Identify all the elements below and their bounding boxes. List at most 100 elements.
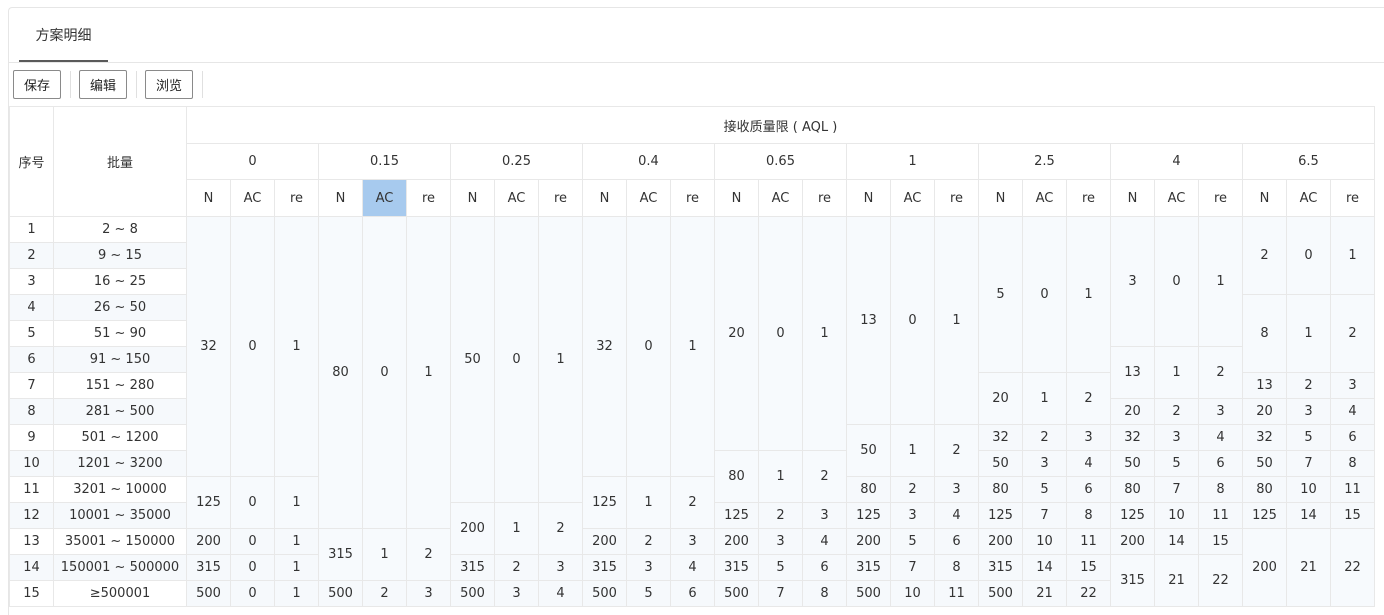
cell-re: 2 bbox=[1066, 372, 1111, 425]
header-sub-ac: AC bbox=[494, 179, 539, 217]
cell-ac: 3 bbox=[758, 528, 803, 555]
cell-n: 315 bbox=[450, 554, 495, 581]
header-sub-re: re bbox=[406, 179, 451, 217]
header-sub-re: re bbox=[802, 179, 847, 217]
cell-n: 500 bbox=[846, 580, 891, 607]
cell-ac: 0 bbox=[626, 216, 671, 477]
cell-ac: 3 bbox=[626, 554, 671, 581]
cell-n: 32 bbox=[186, 216, 231, 477]
cell-re: 2 bbox=[538, 502, 583, 555]
cell-ac: 2 bbox=[1286, 372, 1331, 399]
row-seq: 13 bbox=[9, 528, 54, 555]
cell-re: 4 bbox=[670, 554, 715, 581]
cell-re: 1 bbox=[274, 580, 319, 607]
cell-ac: 0 bbox=[230, 528, 275, 555]
cell-re: 2 bbox=[802, 450, 847, 503]
row-batch: 9 ~ 15 bbox=[53, 242, 187, 269]
header-sub-ac: AC bbox=[1022, 179, 1067, 217]
header-sub-n: N bbox=[978, 179, 1023, 217]
browse-button[interactable]: 浏览 bbox=[145, 70, 193, 99]
cell-re: 6 bbox=[802, 554, 847, 581]
cell-re: 4 bbox=[934, 502, 979, 529]
cell-n: 200 bbox=[846, 528, 891, 555]
cell-re: 4 bbox=[802, 528, 847, 555]
cell-ac: 0 bbox=[1022, 216, 1067, 373]
save-button[interactable]: 保存 bbox=[13, 70, 61, 99]
row-batch: 281 ~ 500 bbox=[53, 398, 187, 425]
row-batch: ≥500001 bbox=[53, 580, 187, 607]
cell-n: 20 bbox=[714, 216, 759, 451]
cell-n: 200 bbox=[1110, 528, 1155, 555]
header-sub-re: re bbox=[934, 179, 979, 217]
cell-n: 500 bbox=[582, 580, 627, 607]
cell-ac: 7 bbox=[890, 554, 935, 581]
cell-ac: 0 bbox=[230, 554, 275, 581]
cell-re: 11 bbox=[1066, 528, 1111, 555]
cell-ac: 5 bbox=[1022, 476, 1067, 503]
cell-ac: 7 bbox=[1022, 502, 1067, 529]
cell-ac: 21 bbox=[1022, 580, 1067, 607]
cell-re: 1 bbox=[1330, 216, 1375, 295]
cell-n: 80 bbox=[978, 476, 1023, 503]
cell-re: 22 bbox=[1330, 528, 1375, 607]
cell-n: 315 bbox=[1110, 554, 1155, 607]
cell-re: 22 bbox=[1066, 580, 1111, 607]
cell-ac: 21 bbox=[1154, 554, 1199, 607]
tab-plan-detail[interactable]: 方案明细 bbox=[19, 8, 108, 62]
cell-n: 125 bbox=[846, 502, 891, 529]
header-batch: 批量 bbox=[53, 106, 187, 217]
cell-ac: 0 bbox=[1286, 216, 1331, 295]
cell-re: 15 bbox=[1330, 502, 1375, 529]
toolbar-divider bbox=[202, 71, 203, 98]
header-sub-ac: AC bbox=[1154, 179, 1199, 217]
header-aql-level: 0.4 bbox=[582, 143, 715, 180]
row-seq: 15 bbox=[9, 580, 54, 607]
cell-n: 125 bbox=[978, 502, 1023, 529]
row-seq: 4 bbox=[9, 294, 54, 321]
row-batch: 3201 ~ 10000 bbox=[53, 476, 187, 503]
header-sub-re: re bbox=[538, 179, 583, 217]
cell-n: 32 bbox=[978, 424, 1023, 451]
cell-re: 1 bbox=[538, 216, 583, 503]
cell-re: 3 bbox=[538, 554, 583, 581]
cell-re: 15 bbox=[1198, 528, 1243, 555]
cell-re: 1 bbox=[274, 528, 319, 555]
cell-n: 80 bbox=[846, 476, 891, 503]
cell-re: 2 bbox=[1198, 346, 1243, 399]
header-sub-n: N bbox=[450, 179, 495, 217]
cell-n: 32 bbox=[582, 216, 627, 477]
cell-ac: 1 bbox=[626, 476, 671, 529]
cell-ac: 0 bbox=[890, 216, 935, 425]
cell-ac: 10 bbox=[1286, 476, 1331, 503]
cell-n: 32 bbox=[1110, 424, 1155, 451]
cell-n: 50 bbox=[450, 216, 495, 503]
toolbar: 保存 编辑 浏览 bbox=[9, 64, 1384, 106]
cell-re: 8 bbox=[934, 554, 979, 581]
cell-n: 125 bbox=[714, 502, 759, 529]
edit-button[interactable]: 编辑 bbox=[79, 70, 127, 99]
row-batch: 51 ~ 90 bbox=[53, 320, 187, 347]
row-seq: 5 bbox=[9, 320, 54, 347]
cell-re: 1 bbox=[274, 554, 319, 581]
cell-ac: 14 bbox=[1154, 528, 1199, 555]
cell-ac: 14 bbox=[1022, 554, 1067, 581]
header-sub-n: N bbox=[318, 179, 363, 217]
header-aql-level: 0 bbox=[186, 143, 319, 180]
table-row: 14 150001 ~ 500000 315 0 1 315 2 3 315 3 4 315 5 6 315… bbox=[9, 554, 1375, 607]
cell-n: 500 bbox=[714, 580, 759, 607]
cell-n: 125 bbox=[582, 476, 627, 529]
cell-ac: 1 bbox=[758, 450, 803, 503]
cell-re: 4 bbox=[1066, 450, 1111, 477]
cell-n: 3 bbox=[1110, 216, 1155, 347]
cell-n: 80 bbox=[318, 216, 363, 529]
header-sub-ac: AC bbox=[890, 179, 935, 217]
cell-n: 125 bbox=[1110, 502, 1155, 529]
cell-ac: 3 bbox=[1286, 398, 1331, 425]
tab-bar: 方案明细 bbox=[9, 8, 1384, 63]
cell-ac: 2 bbox=[758, 502, 803, 529]
cell-n: 200 bbox=[1242, 528, 1287, 607]
toolbar-divider bbox=[136, 71, 137, 98]
cell-ac: 1 bbox=[890, 424, 935, 477]
row-seq: 2 bbox=[9, 242, 54, 269]
cell-re: 6 bbox=[1066, 476, 1111, 503]
